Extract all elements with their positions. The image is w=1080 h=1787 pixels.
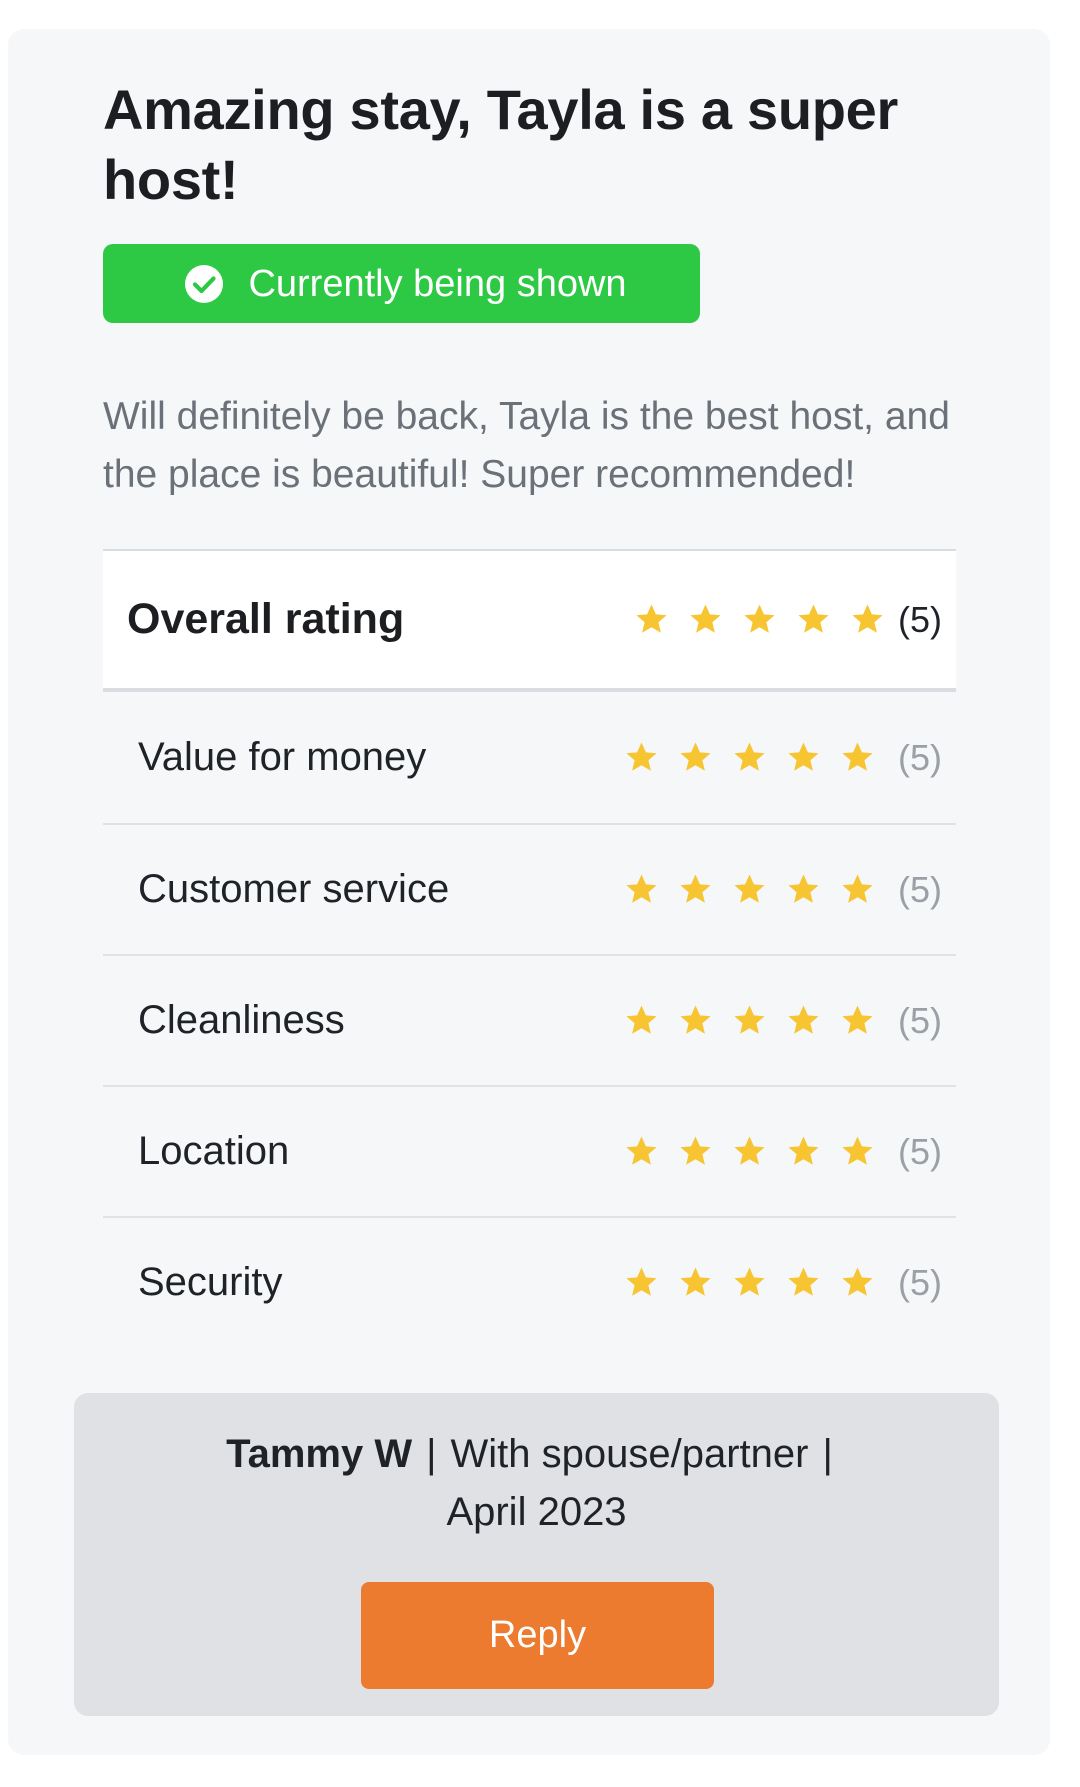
star-filled-icon bbox=[626, 874, 657, 903]
reviewer-meta: Tammy W | With spouse/partner | April 2023 bbox=[74, 1425, 999, 1541]
overall-rating-row: Overall rating (5) bbox=[103, 549, 956, 692]
rating-label: Overall rating bbox=[127, 595, 405, 643]
star-filled-icon bbox=[852, 604, 883, 633]
rating-label: Value for money bbox=[138, 735, 427, 779]
reply-button[interactable]: Reply bbox=[361, 1582, 714, 1689]
review-date: April 2023 bbox=[446, 1490, 627, 1534]
rating-row-customer-service: Customer service (5) bbox=[103, 823, 956, 954]
star-filled-icon bbox=[788, 1136, 819, 1165]
star-rating bbox=[625, 873, 874, 906]
star-filled-icon bbox=[842, 1267, 873, 1296]
rating-count: (5) bbox=[898, 736, 942, 778]
star-filled-icon bbox=[690, 604, 721, 633]
reviewer-name: Tammy W bbox=[226, 1432, 413, 1476]
star-filled-icon bbox=[734, 874, 765, 903]
star-filled-icon bbox=[842, 742, 873, 771]
review-title: Amazing stay, Tayla is a super host! bbox=[103, 78, 899, 211]
star-rating bbox=[625, 741, 874, 774]
status-badge-label: Currently being shown bbox=[248, 262, 627, 305]
star-filled-icon bbox=[680, 874, 711, 903]
star-filled-icon bbox=[734, 1136, 765, 1165]
separator: | bbox=[822, 1432, 833, 1476]
travel-type: With spouse/partner bbox=[450, 1432, 809, 1476]
star-filled-icon bbox=[626, 742, 657, 771]
star-filled-icon bbox=[788, 1267, 819, 1296]
rating-count: (5) bbox=[898, 598, 942, 640]
star-filled-icon bbox=[680, 1005, 711, 1034]
rating-label: Customer service bbox=[138, 867, 450, 911]
star-rating bbox=[625, 1135, 874, 1168]
review-text: Will definitely be back, Tayla is the be… bbox=[103, 395, 950, 496]
star-filled-icon bbox=[788, 874, 819, 903]
star-filled-icon bbox=[680, 1136, 711, 1165]
rating-count: (5) bbox=[898, 999, 942, 1041]
star-filled-icon bbox=[798, 604, 829, 633]
rating-label: Location bbox=[138, 1129, 290, 1173]
reviewer-info: Tammy W | With spouse/partner | April 2023 … bbox=[74, 1393, 999, 1716]
star-filled-icon bbox=[626, 1005, 657, 1034]
star-rating bbox=[625, 1004, 874, 1037]
check-circle-icon bbox=[185, 264, 224, 303]
separator: | bbox=[426, 1432, 437, 1476]
star-filled-icon bbox=[734, 1005, 765, 1034]
star-filled-icon bbox=[788, 1005, 819, 1034]
rating-row-cleanliness: Cleanliness (5) bbox=[103, 954, 956, 1085]
star-filled-icon bbox=[744, 604, 775, 633]
star-filled-icon bbox=[842, 874, 873, 903]
rating-row-security: Security (5) bbox=[103, 1216, 956, 1347]
star-filled-icon bbox=[842, 1136, 873, 1165]
star-filled-icon bbox=[626, 1136, 657, 1165]
star-filled-icon bbox=[680, 1267, 711, 1296]
star-filled-icon bbox=[680, 742, 711, 771]
star-rating bbox=[635, 603, 884, 636]
star-filled-icon bbox=[842, 1005, 873, 1034]
rating-label: Security bbox=[138, 1260, 283, 1304]
rating-count: (5) bbox=[898, 1130, 942, 1172]
star-filled-icon bbox=[734, 742, 765, 771]
star-filled-icon bbox=[626, 1267, 657, 1296]
rating-count: (5) bbox=[898, 868, 942, 910]
rating-row-location: Location (5) bbox=[103, 1085, 956, 1216]
star-filled-icon bbox=[788, 742, 819, 771]
star-filled-icon bbox=[636, 604, 667, 633]
rating-label: Cleanliness bbox=[138, 998, 345, 1042]
rating-row-value-for-money: Value for money (5) bbox=[103, 692, 956, 823]
rating-count: (5) bbox=[898, 1261, 942, 1303]
star-rating bbox=[625, 1266, 874, 1299]
star-filled-icon bbox=[734, 1267, 765, 1296]
ratings-list: Overall rating (5) Value for money (5) C… bbox=[103, 549, 956, 1347]
status-badge: Currently being shown bbox=[103, 244, 700, 323]
